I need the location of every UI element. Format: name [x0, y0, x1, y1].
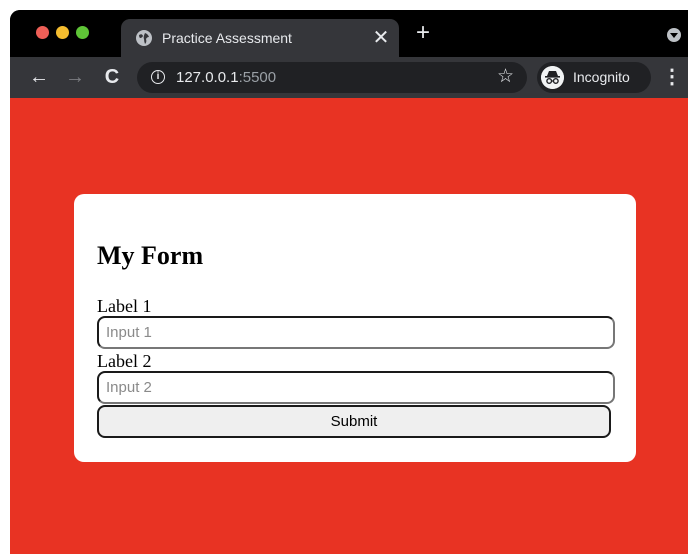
tab-search-icon[interactable] — [667, 28, 681, 42]
tab-close-icon[interactable]: ✕ — [369, 26, 393, 50]
browser-window: Practice Assessment ✕ + ← → C i 127.0.0.… — [10, 10, 688, 554]
browser-menu-icon[interactable]: ⋮ — [662, 64, 682, 90]
page-viewport: My Form Label 1 Label 2 Submit — [10, 98, 688, 554]
url-host: 127.0.0.1 — [176, 69, 239, 86]
reload-icon[interactable]: C — [99, 64, 125, 90]
tab-practice-assessment[interactable]: Practice Assessment ✕ — [121, 19, 399, 57]
url-port: :5500 — [238, 69, 277, 86]
back-icon[interactable]: ← — [26, 64, 52, 90]
incognito-icon — [541, 66, 564, 89]
minimize-window-button[interactable] — [56, 26, 69, 39]
form-title: My Form — [97, 241, 204, 270]
globe-icon — [136, 30, 152, 46]
incognito-label: Incognito — [573, 69, 630, 85]
input-1-field[interactable] — [97, 316, 615, 349]
submit-button[interactable]: Submit — [97, 405, 611, 438]
bookmark-star-icon[interactable]: ☆ — [497, 66, 514, 88]
browser-toolbar: ← → C i 127.0.0.1:5500 ☆ Incognito ⋮ — [10, 57, 688, 98]
forward-icon[interactable]: → — [62, 64, 88, 90]
address-bar[interactable]: i 127.0.0.1:5500 ☆ — [137, 62, 527, 93]
tab-title: Practice Assessment — [162, 30, 292, 46]
site-info-icon[interactable]: i — [151, 70, 165, 84]
incognito-profile-button[interactable]: Incognito — [537, 62, 651, 93]
tab-strip: Practice Assessment ✕ + — [10, 10, 688, 57]
url-text: 127.0.0.1:5500 — [176, 68, 276, 87]
field-label-1: Label 1 — [97, 296, 152, 316]
field-label-2: Label 2 — [97, 351, 152, 371]
maximize-window-button[interactable] — [76, 26, 89, 39]
form-card: My Form Label 1 Label 2 Submit — [74, 194, 636, 462]
input-2-field[interactable] — [97, 371, 615, 404]
new-tab-icon[interactable]: + — [412, 21, 434, 45]
close-window-button[interactable] — [36, 26, 49, 39]
